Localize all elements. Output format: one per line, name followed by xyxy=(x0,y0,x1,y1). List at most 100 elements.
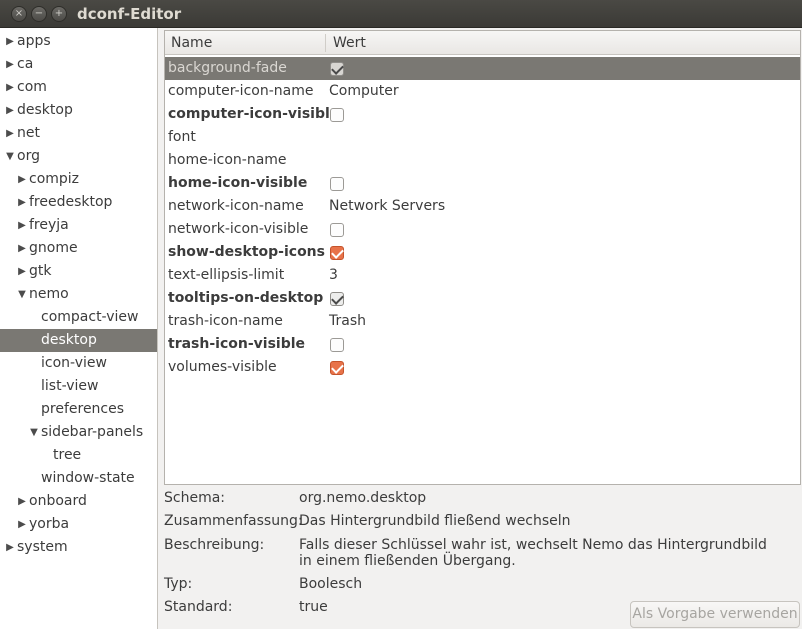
summary-value: Das Hintergrundbild fließend wechseln xyxy=(299,513,571,529)
tree-item-label: preferences xyxy=(41,401,125,417)
key-row-computer-icon-name[interactable]: computer-icon-name Computer xyxy=(165,80,800,103)
value-checkbox[interactable] xyxy=(330,62,344,76)
value-checkbox[interactable] xyxy=(330,108,344,122)
expand-arrow-icon[interactable]: ▶ xyxy=(4,76,16,99)
tree-item-label: icon-view xyxy=(41,355,107,371)
tree-item-label: com xyxy=(17,79,47,95)
key-value[interactable]: 3 xyxy=(329,264,338,287)
description-label: Beschreibung: xyxy=(164,537,265,553)
key-name: font xyxy=(168,129,196,145)
key-row-font[interactable]: font xyxy=(165,126,800,149)
key-tree[interactable]: ▶ apps ▶ ca ▶ com ▶ desktop ▶ net ▼ org ▶ compiz ▶ free… xyxy=(0,28,158,629)
value-checkbox[interactable] xyxy=(330,361,344,375)
key-row-trash-icon-visible[interactable]: trash-icon-visible xyxy=(165,333,800,356)
key-row-volumes-visible[interactable]: volumes-visible xyxy=(165,356,800,379)
value-checkbox[interactable] xyxy=(330,338,344,352)
column-header-value[interactable]: Wert xyxy=(333,31,366,55)
set-default-button[interactable]: Als Vorgabe verwenden xyxy=(630,601,800,628)
tree-item-ca[interactable]: ▶ ca xyxy=(0,53,157,76)
value-checkbox[interactable] xyxy=(330,223,344,237)
expand-arrow-icon[interactable]: ▶ xyxy=(4,53,16,76)
tree-item-desktop[interactable]: desktop xyxy=(0,329,157,352)
expand-arrow-icon[interactable]: ▶ xyxy=(4,30,16,53)
key-value[interactable]: Trash xyxy=(329,310,366,333)
minimize-icon[interactable]: − xyxy=(31,6,47,22)
maximize-icon[interactable]: + xyxy=(51,6,67,22)
tree-item-label: freedesktop xyxy=(29,194,113,210)
tree-item-com[interactable]: ▶ com xyxy=(0,76,157,99)
tree-item-list-view[interactable]: list-view xyxy=(0,375,157,398)
title-bar: × − + dconf-Editor xyxy=(0,0,802,28)
expand-arrow-icon[interactable]: ▶ xyxy=(16,490,28,513)
column-header-name[interactable]: Name xyxy=(171,31,212,55)
tree-item-nemo[interactable]: ▼ nemo xyxy=(0,283,157,306)
tree-item-system[interactable]: ▶ system xyxy=(0,536,157,559)
tree-item-net[interactable]: ▶ net xyxy=(0,122,157,145)
tree-item-label: compiz xyxy=(29,171,80,187)
tree-item-label: apps xyxy=(17,33,51,49)
key-row-home-icon-name[interactable]: home-icon-name xyxy=(165,149,800,172)
key-row-text-ellipsis-limit[interactable]: text-ellipsis-limit 3 xyxy=(165,264,800,287)
expand-arrow-icon[interactable]: ▶ xyxy=(4,536,16,559)
expand-arrow-icon[interactable]: ▶ xyxy=(16,191,28,214)
key-row-network-icon-name[interactable]: network-icon-name Network Servers xyxy=(165,195,800,218)
tree-item-label: org xyxy=(17,148,40,164)
key-row-trash-icon-name[interactable]: trash-icon-name Trash xyxy=(165,310,800,333)
tree-item-freedesktop[interactable]: ▶ freedesktop xyxy=(0,191,157,214)
tree-item-icon-view[interactable]: icon-view xyxy=(0,352,157,375)
expand-arrow-icon[interactable]: ▶ xyxy=(16,237,28,260)
tree-item-onboard[interactable]: ▶ onboard xyxy=(0,490,157,513)
collapse-arrow-icon[interactable]: ▼ xyxy=(28,421,40,444)
expand-arrow-icon[interactable]: ▶ xyxy=(4,122,16,145)
summary-label: Zusammenfassung: xyxy=(164,513,303,529)
tree-item-desktop[interactable]: ▶ desktop xyxy=(0,99,157,122)
tree-item-freyja[interactable]: ▶ freyja xyxy=(0,214,157,237)
tree-item-label: compact-view xyxy=(41,309,139,325)
key-value[interactable]: Computer xyxy=(329,80,399,103)
key-row-computer-icon-visible[interactable]: computer-icon-visible xyxy=(165,103,800,126)
expand-arrow-icon[interactable]: ▶ xyxy=(16,168,28,191)
key-name: network-icon-name xyxy=(168,198,304,214)
tree-item-label: yorba xyxy=(29,516,70,532)
tree-item-apps[interactable]: ▶ apps xyxy=(0,30,157,53)
key-value[interactable]: Network Servers xyxy=(329,195,445,218)
collapse-arrow-icon[interactable]: ▼ xyxy=(16,283,28,306)
key-row-show-desktop-icons[interactable]: show-desktop-icons xyxy=(165,241,800,264)
expand-arrow-icon[interactable]: ▶ xyxy=(16,260,28,283)
tree-item-gtk[interactable]: ▶ gtk xyxy=(0,260,157,283)
expand-arrow-icon[interactable]: ▶ xyxy=(16,513,28,536)
tree-item-label: desktop xyxy=(41,332,97,348)
window-title: dconf-Editor xyxy=(77,5,182,23)
key-row-tooltips-on-desktop[interactable]: tooltips-on-desktop xyxy=(165,287,800,310)
tree-item-label: sidebar-panels xyxy=(41,424,144,440)
tree-item-window-state[interactable]: window-state xyxy=(0,467,157,490)
key-row-background-fade[interactable]: background-fade xyxy=(165,57,800,80)
tree-item-label: nemo xyxy=(29,286,69,302)
key-row-network-icon-visible[interactable]: network-icon-visible xyxy=(165,218,800,241)
collapse-arrow-icon[interactable]: ▼ xyxy=(4,145,16,168)
tree-item-preferences[interactable]: preferences xyxy=(0,398,157,421)
schema-label: Schema: xyxy=(164,490,226,506)
key-list[interactable]: Name Wert background-fade computer-icon-n… xyxy=(164,30,801,485)
value-checkbox[interactable] xyxy=(330,292,344,306)
tree-item-label: tree xyxy=(53,447,82,463)
tree-item-org[interactable]: ▼ org xyxy=(0,145,157,168)
tree-item-tree[interactable]: tree xyxy=(0,444,157,467)
close-icon[interactable]: × xyxy=(11,6,27,22)
value-checkbox[interactable] xyxy=(330,177,344,191)
value-checkbox[interactable] xyxy=(330,246,344,260)
column-separator xyxy=(325,34,326,52)
expand-arrow-icon[interactable]: ▶ xyxy=(4,99,16,122)
key-row-home-icon-visible[interactable]: home-icon-visible xyxy=(165,172,800,195)
tree-item-compact-view[interactable]: compact-view xyxy=(0,306,157,329)
tree-item-compiz[interactable]: ▶ compiz xyxy=(0,168,157,191)
expand-arrow-icon[interactable]: ▶ xyxy=(16,214,28,237)
tree-item-yorba[interactable]: ▶ yorba xyxy=(0,513,157,536)
tree-item-sidebar-panels[interactable]: ▼ sidebar-panels xyxy=(0,421,157,444)
tree-item-gnome[interactable]: ▶ gnome xyxy=(0,237,157,260)
key-name: background-fade xyxy=(168,60,287,76)
tree-item-label: desktop xyxy=(17,102,73,118)
tree-item-label: net xyxy=(17,125,40,141)
tree-item-label: gtk xyxy=(29,263,52,279)
key-name: network-icon-visible xyxy=(168,221,309,237)
